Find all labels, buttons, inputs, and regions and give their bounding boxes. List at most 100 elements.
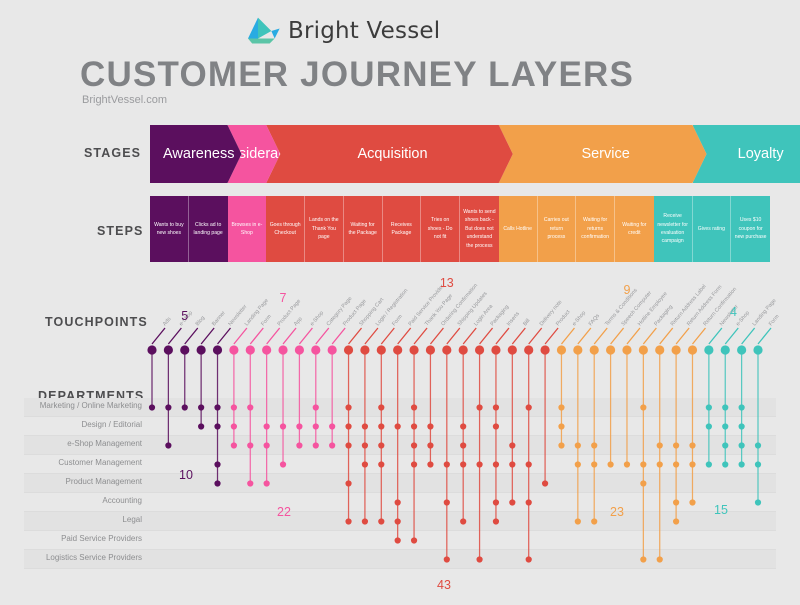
touchpoint-dot[interactable] <box>720 345 730 355</box>
department-label: Product Management <box>65 477 143 486</box>
step-item[interactable]: Calls Hotline <box>498 196 538 262</box>
touchpoint-dot[interactable] <box>589 345 599 355</box>
touchpoint-dot[interactable] <box>704 345 714 355</box>
touchpoint-leader <box>724 327 739 345</box>
step-item[interactable]: Gives rating <box>692 196 732 262</box>
step-item[interactable]: Waiting for returns confirmation <box>576 196 615 262</box>
touchpoint-leader <box>348 327 363 345</box>
touchpoint-dot[interactable] <box>294 345 305 355</box>
touchpoint-dot[interactable] <box>671 345 681 355</box>
step-label: Lands on the Thank You page <box>309 217 339 241</box>
touchpoint-leader <box>167 327 182 345</box>
step-item[interactable]: Waiting for the Package <box>343 196 383 262</box>
touchpoint-dot[interactable] <box>458 345 468 355</box>
touchpoint-leader <box>642 327 657 345</box>
touchpoint-dot[interactable] <box>245 345 255 355</box>
step-label: Waiting for the Package <box>348 221 377 236</box>
touchpoint-dot[interactable] <box>638 345 648 355</box>
touchpoint-dot[interactable] <box>360 345 370 355</box>
touchpoint-label: Shopping Cart <box>358 297 385 328</box>
step-item[interactable]: Tries on shoes - Do not fit <box>421 196 460 262</box>
touchpoint-label: e-Shop <box>735 310 751 327</box>
touchpoint-dot[interactable] <box>474 345 485 355</box>
touchpoint-dot[interactable] <box>180 345 190 355</box>
touchpoint-label: Login / Registration <box>375 288 409 327</box>
touchpoint-dot[interactable] <box>622 345 632 355</box>
touchpoint-dot[interactable] <box>409 345 419 355</box>
touchpoint-dot[interactable] <box>229 345 239 355</box>
row-label-touchpoints: TOUCHPOINTS <box>45 315 148 329</box>
page-subtitle: BrightVessel.com <box>82 94 167 106</box>
department-label: Accounting <box>102 496 142 505</box>
step-item[interactable]: Lands on the Thank You page <box>305 196 344 262</box>
touchpoint-dot[interactable] <box>573 345 583 355</box>
step-item[interactable]: Uses $10 coupon for new purchase <box>731 196 770 262</box>
department-label: e-Shop Management <box>67 439 142 448</box>
step-item[interactable]: Receives Package <box>382 196 422 262</box>
touchpoint-group[interactable]: Ads <box>147 316 173 411</box>
touchpoint-label: Inserts <box>506 311 521 327</box>
step-item[interactable]: Wants to buy new shoes <box>150 196 189 262</box>
touchpoint-leader <box>217 327 232 345</box>
stage-service[interactable]: Service <box>499 125 707 183</box>
step-label: Tries on shoes - Do not fit <box>427 217 453 241</box>
step-item[interactable]: Clicks ad to landing page <box>188 196 228 262</box>
department-row: Design / Editorial <box>24 417 776 436</box>
page-title: CUSTOMER JOURNEY LAYERS <box>80 55 635 94</box>
touchpoint-label: Return Address Form <box>686 284 724 327</box>
step-item[interactable]: Waiting for credit <box>615 196 654 262</box>
touchpoint-dot[interactable] <box>262 345 272 355</box>
step-item[interactable]: Carries out return process <box>537 196 577 262</box>
touchpoint-dot[interactable] <box>212 345 223 355</box>
touchpoint-dot[interactable] <box>278 345 288 355</box>
touchpoint-label: Shipping Updates <box>457 291 489 328</box>
touchpoint-dot[interactable] <box>327 345 337 355</box>
touchpoint-dot[interactable] <box>311 345 321 355</box>
department-row: Accounting <box>24 493 776 512</box>
touchpoint-leader <box>577 327 592 345</box>
touchpoint-dot[interactable] <box>556 345 567 355</box>
touchpoint-dot[interactable] <box>196 345 206 355</box>
touchpoint-dot[interactable] <box>507 345 517 355</box>
touchpoint-dot[interactable] <box>393 345 403 355</box>
touchpoint-group[interactable]: Blog <box>180 315 207 411</box>
touchpoint-dot[interactable] <box>442 345 452 355</box>
step-item[interactable]: Receive newsletter for evaluation campai… <box>653 196 693 262</box>
touchpoint-dot[interactable] <box>425 345 436 355</box>
touchpoint-label: Product Page <box>277 298 303 327</box>
touchpoint-dot[interactable] <box>491 345 501 355</box>
stage-loyalty[interactable]: Loyalty <box>693 125 800 183</box>
touchpoint-dot[interactable] <box>524 345 534 355</box>
touchpoint-dot[interactable] <box>540 345 550 355</box>
step-label: Clicks ad to landing page <box>193 221 223 236</box>
step-label: Carries out return process <box>543 217 569 241</box>
steps-band: Wants to buy new shoes Clicks ad to landi… <box>150 196 770 262</box>
touchpoint-dot[interactable] <box>737 345 747 355</box>
touchpoint-label: Ordering Confirmation <box>440 283 479 327</box>
stage-awareness[interactable]: Awareness <box>150 125 242 183</box>
touchpoint-dot[interactable] <box>147 345 157 355</box>
touchpoint-dot[interactable] <box>753 345 763 355</box>
touchpoint-leader <box>315 327 330 345</box>
touchpoint-dot[interactable] <box>163 345 173 355</box>
step-item[interactable]: Browses in e-Shop <box>227 196 267 262</box>
touchpoint-leader <box>364 327 379 345</box>
touchpoint-label: e-Shop <box>571 310 587 327</box>
touchpoint-label: Blog <box>195 315 207 327</box>
touchpoint-dot[interactable] <box>655 345 665 355</box>
stage-label: Service <box>581 146 630 162</box>
touchpoint-label: e-Shop <box>309 310 325 327</box>
step-item[interactable]: Goes through Checkout <box>266 196 305 262</box>
touchpoint-dot[interactable] <box>343 345 354 355</box>
stage-acquisition[interactable]: Acquisition <box>266 125 513 183</box>
touchpoint-dot[interactable] <box>687 345 698 355</box>
touchpoint-dot[interactable] <box>605 345 616 355</box>
touchpoint-label: Landing Page <box>244 298 270 327</box>
department-label: Paid Service Providers <box>61 534 142 543</box>
department-row: Customer Management <box>24 455 776 474</box>
touchpoint-leader <box>151 327 166 345</box>
step-item[interactable]: Wants to send shoes back - But does not … <box>460 196 499 262</box>
department-label: Design / Editorial <box>81 420 142 429</box>
touchpoint-label: Thank You Page <box>424 293 454 327</box>
touchpoint-dot[interactable] <box>376 345 386 355</box>
